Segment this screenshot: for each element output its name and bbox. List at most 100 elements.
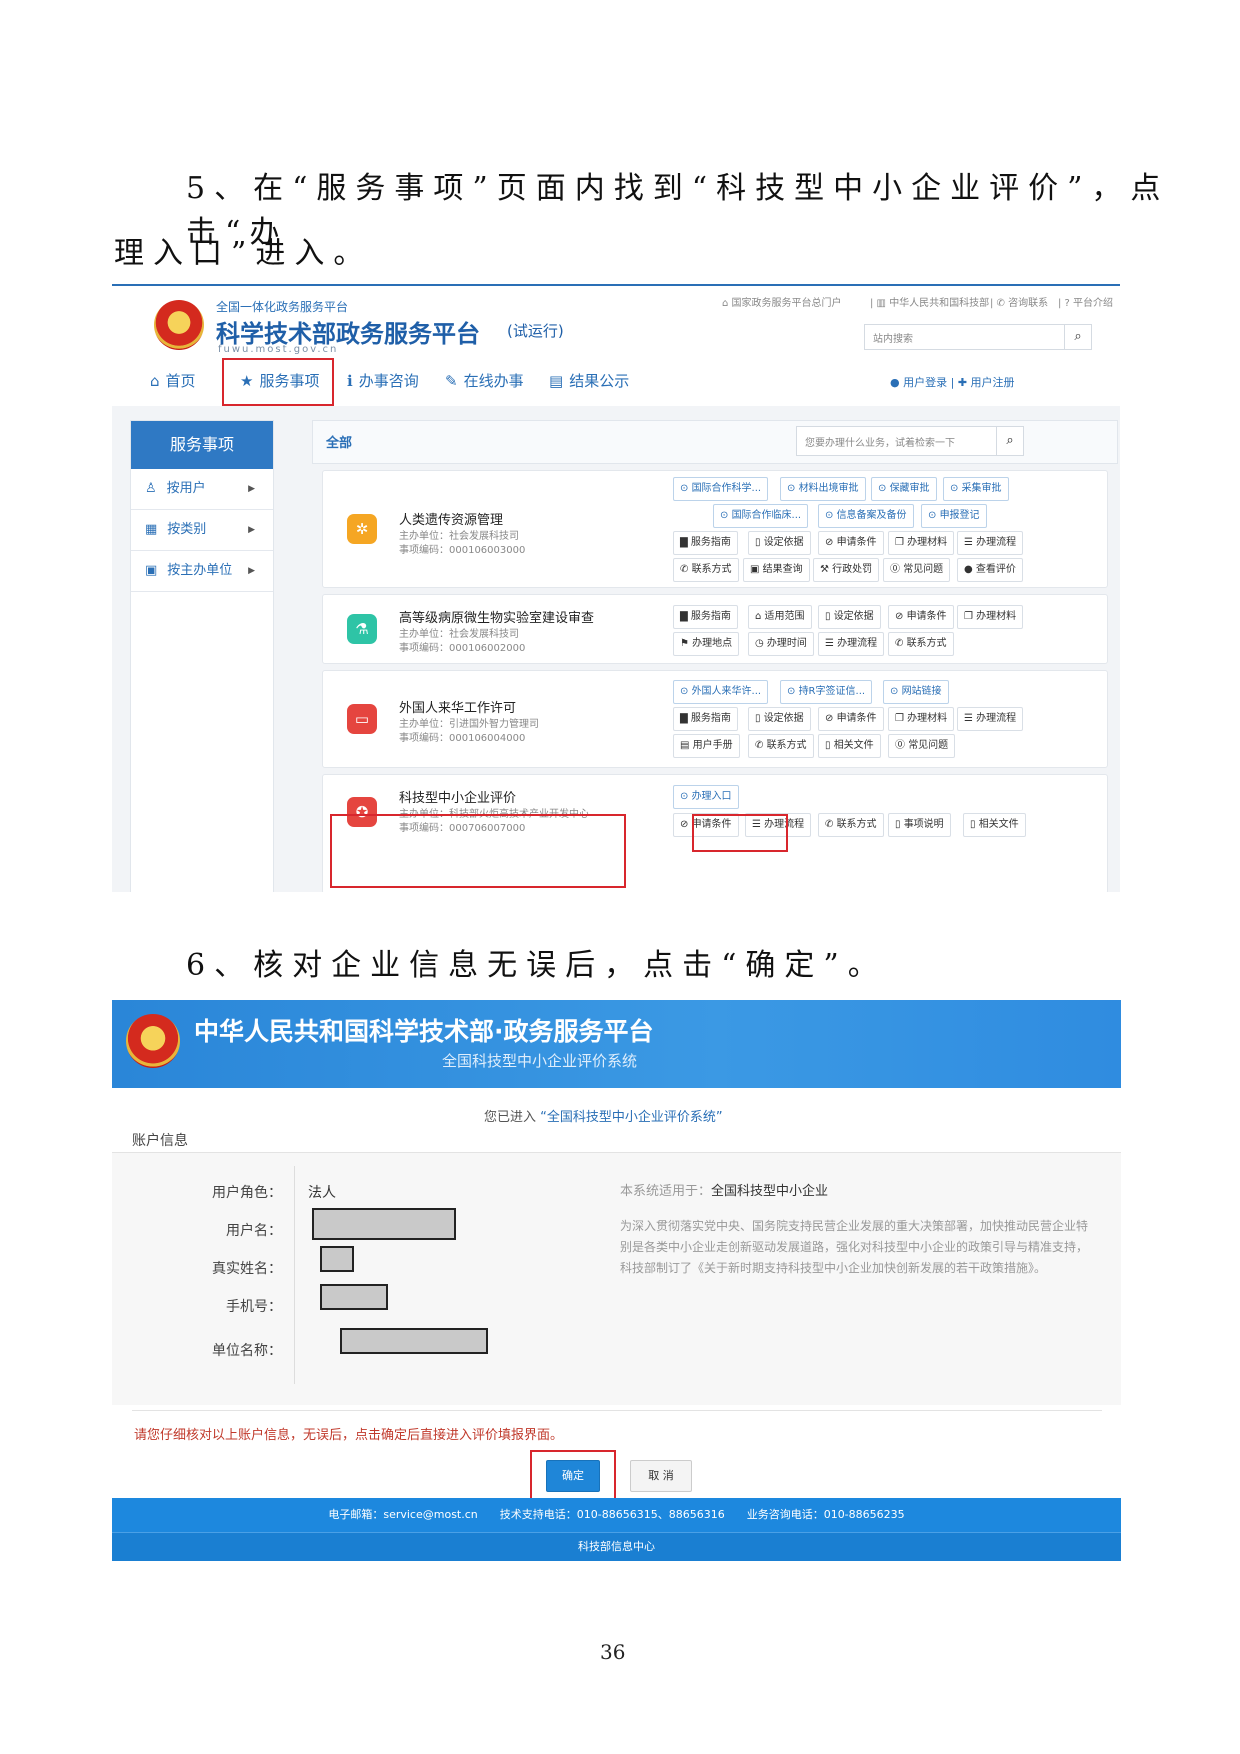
tag-chip[interactable]: ⊙ 申报登记 bbox=[921, 504, 987, 528]
link-chip[interactable]: ⌂ 适用范围 bbox=[748, 605, 812, 629]
chip-label: 服务指南 bbox=[690, 611, 731, 622]
link-chip[interactable]: ◷ 办理时间 bbox=[748, 632, 814, 656]
tag-chip[interactable]: ⊙ 保藏审批 bbox=[871, 477, 937, 501]
link-chip[interactable]: ❐ 办理材料 bbox=[888, 707, 955, 731]
site-search-input[interactable]: 站内搜索 ⌕ bbox=[864, 324, 1092, 350]
manual-icon: ▤ bbox=[680, 740, 693, 751]
register-link[interactable]: 用户注册 bbox=[971, 376, 1015, 389]
check-circle-icon: ⊘ bbox=[825, 537, 837, 548]
service-card-foreigner-work[interactable]: ▭ 外国人来华工作许可 主办单位：引进国外智力管理司 事项编码：00010600… bbox=[322, 670, 1108, 768]
link-chip[interactable]: ▤ 用户手册 bbox=[673, 734, 740, 758]
nav-consult[interactable]: ℹ 办事咨询 bbox=[347, 370, 419, 391]
link-chip[interactable]: ▯ 相关文件 bbox=[818, 734, 881, 758]
field-label: 单位名称： bbox=[212, 1343, 282, 1359]
chip-label: 办理入口 bbox=[691, 791, 732, 802]
chip-label: 常见问题 bbox=[903, 564, 944, 575]
chip-label: 行政处罚 bbox=[832, 564, 873, 575]
nav-home[interactable]: ⌂ 首页 bbox=[150, 370, 196, 391]
highlight-box-card bbox=[330, 814, 626, 888]
circle-arrow-icon: ⊙ bbox=[720, 510, 732, 521]
item-search-placeholder: 您要办理什么业务，试着检索一下 bbox=[805, 438, 955, 449]
link-chip[interactable]: ⊘ 申请条件 bbox=[818, 531, 884, 555]
link-chip[interactable]: ⓪ 常见问题 bbox=[883, 558, 951, 582]
link-chip[interactable]: ▇ 服务指南 bbox=[673, 531, 738, 555]
sidebar-item-by-user[interactable]: ♙ 按用户 ▶ bbox=[131, 469, 273, 510]
add-user-icon: ✚ bbox=[957, 376, 971, 389]
login-link[interactable]: 用户登录 bbox=[903, 376, 947, 389]
tag-chip[interactable]: ⊙ 国际合作临床... bbox=[713, 504, 809, 528]
link-chip[interactable]: ☰ 办理流程 bbox=[818, 632, 885, 656]
link-chip[interactable]: ▣ 结果查询 bbox=[743, 558, 810, 582]
tag-chip[interactable]: ⊙ 持R字签证信... bbox=[780, 680, 873, 704]
system-subtitle: 全国科技型中小企业评价系统 bbox=[442, 1052, 638, 1070]
file-icon: ▯ bbox=[825, 611, 834, 622]
link-chip[interactable]: ✆ 联系方式 bbox=[888, 632, 954, 656]
nav-online[interactable]: ✎ 在线办事 bbox=[445, 370, 524, 391]
link-chip[interactable]: ☰ 办理流程 bbox=[957, 707, 1024, 731]
card-title: 人类遗传资源管理 bbox=[399, 513, 504, 528]
link-chip[interactable]: ▇ 服务指南 bbox=[673, 707, 738, 731]
link-chip[interactable]: ⚑ 办理地点 bbox=[673, 632, 740, 656]
link-chip[interactable]: ⓪ 常见问题 bbox=[888, 734, 956, 758]
applies-label: 本系统适用于： bbox=[620, 1184, 712, 1199]
tag-chip[interactable]: ⊙ 国际合作科学... bbox=[673, 477, 769, 501]
card-title: 外国人来华工作许可 bbox=[399, 701, 517, 716]
file-icon: ▯ bbox=[895, 819, 904, 830]
link-chip[interactable]: ▯ 相关文件 bbox=[963, 813, 1026, 837]
circle-arrow-icon: ⊙ bbox=[787, 483, 799, 494]
link-chip[interactable]: ⊘ 申请条件 bbox=[818, 707, 884, 731]
link-chip[interactable]: ✆ 联系方式 bbox=[673, 558, 739, 582]
service-items-screenshot: 全国一体化政务服务平台 科学技术部政务服务平台 (试运行) fuwu.most.… bbox=[112, 284, 1120, 892]
top-link-contact[interactable]: | ✆ 咨询联系 bbox=[990, 294, 1048, 309]
id-card-icon: ▭ bbox=[347, 704, 377, 734]
caret-right-icon: ▶ bbox=[248, 525, 255, 535]
nav-label: 办事咨询 bbox=[358, 372, 419, 390]
result-icon: ▣ bbox=[750, 564, 763, 575]
tag-chip[interactable]: ⊙ 外国人来华许... bbox=[673, 680, 769, 704]
trial-label: (试运行) bbox=[507, 322, 564, 340]
step-5-line-2: 理入口”进入。 bbox=[114, 236, 373, 271]
link-chip[interactable]: ❐ 办理材料 bbox=[957, 605, 1024, 629]
link-chip[interactable]: ✆ 联系方式 bbox=[818, 813, 884, 837]
tag-chip[interactable]: ⊙ 材料出境审批 bbox=[780, 477, 866, 501]
field-label: 用户角色： bbox=[212, 1185, 282, 1201]
login-register[interactable]: ● 用户登录 | ✚ 用户注册 bbox=[890, 374, 1015, 390]
circle-arrow-icon: ⊙ bbox=[680, 791, 692, 802]
top-link-about[interactable]: | ? 平台介绍 bbox=[1058, 294, 1113, 309]
check-circle-icon: ⊘ bbox=[825, 713, 837, 724]
link-chip[interactable]: ❐ 办理材料 bbox=[888, 531, 955, 555]
top-link-most[interactable]: | ▥ 中华人民共和国科技部 bbox=[870, 294, 989, 309]
link-chip[interactable]: ▯ 设定依据 bbox=[818, 605, 881, 629]
link-chip[interactable]: ● 查看评价 bbox=[957, 558, 1023, 582]
card-code: 事项编码：000106003000 bbox=[399, 545, 526, 556]
link-chip[interactable]: ▯ 设定依据 bbox=[748, 707, 811, 731]
link-chip[interactable]: ✆ 联系方式 bbox=[748, 734, 814, 758]
tag-chip[interactable]: ⊙ 信息备案及备份 bbox=[818, 504, 914, 528]
service-card-human-genetic[interactable]: ✲ 人类遗传资源管理 主办单位：社会发展科技司 事项编码：00010600300… bbox=[322, 470, 1108, 588]
link-chip[interactable]: ⊘ 申请条件 bbox=[888, 605, 954, 629]
tag-chip[interactable]: ⊙ 网站链接 bbox=[883, 680, 949, 704]
phone-icon: ✆ bbox=[825, 819, 837, 830]
item-search-input[interactable]: 您要办理什么业务，试着检索一下 ⌕ bbox=[796, 426, 1024, 456]
phone-icon: ✆ bbox=[895, 638, 907, 649]
link-chip[interactable]: ⚒ 行政处罚 bbox=[813, 558, 880, 582]
field-label: 真实姓名： bbox=[212, 1261, 282, 1277]
cancel-button[interactable]: 取 消 bbox=[630, 1460, 692, 1492]
circle-arrow-icon: ⊙ bbox=[950, 483, 962, 494]
service-card-pathogen-lab[interactable]: ⚗ 高等级病原微生物实验室建设审查 主办单位：社会发展科技司 事项编码：0001… bbox=[322, 594, 1108, 664]
link-chip[interactable]: ☰ 办理流程 bbox=[957, 531, 1024, 555]
search-icon[interactable]: ⌕ bbox=[1064, 325, 1091, 349]
nav-results[interactable]: ▤ 结果公示 bbox=[549, 370, 629, 391]
entry-button[interactable]: ⊙ 办理入口 bbox=[673, 785, 739, 809]
search-icon[interactable]: ⌕ bbox=[996, 427, 1023, 455]
link-chip[interactable]: ▯ 事项说明 bbox=[888, 813, 951, 837]
top-link-gov-portal[interactable]: ⌂ 国家政务服务平台总门户 bbox=[722, 294, 842, 309]
chip-label: 外国人来华许... bbox=[691, 686, 762, 697]
tab-all[interactable]: 全部 bbox=[326, 432, 352, 451]
link-chip[interactable]: ▯ 设定依据 bbox=[748, 531, 811, 555]
link-chip[interactable]: ▇ 服务指南 bbox=[673, 605, 738, 629]
sidebar-item-by-unit[interactable]: ▣ 按主办单位 ▶ bbox=[131, 551, 273, 592]
applies-to: 本系统适用于：全国科技型中小企业 bbox=[620, 1180, 828, 1199]
sidebar-item-by-category[interactable]: ▦ 按类别 ▶ bbox=[131, 510, 273, 551]
tag-chip[interactable]: ⊙ 采集审批 bbox=[943, 477, 1009, 501]
